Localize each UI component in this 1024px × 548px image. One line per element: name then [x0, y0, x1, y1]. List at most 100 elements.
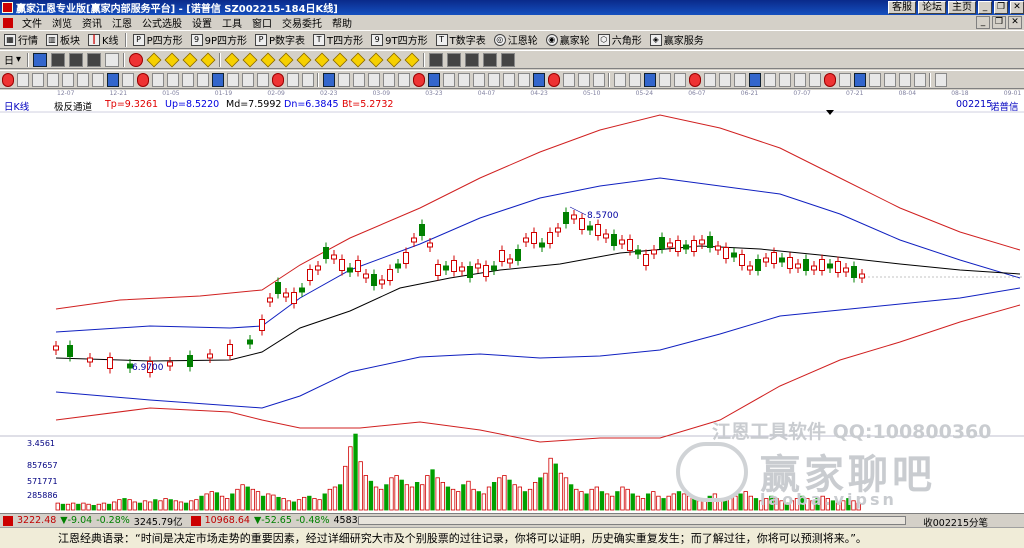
analysis-tool-icon[interactable]	[613, 72, 626, 87]
drawing-tool-icon[interactable]	[314, 52, 330, 67]
minimize-icon[interactable]: _	[978, 1, 992, 14]
menu-file[interactable]: 文件	[17, 15, 47, 30]
analysis-tool-icon[interactable]	[658, 72, 671, 87]
analysis-tool-icon[interactable]	[1, 72, 14, 87]
drawing-tool-icon[interactable]	[260, 52, 276, 67]
period-dropdown[interactable]: 日 ▾	[0, 52, 25, 67]
analysis-tool-icon[interactable]	[367, 72, 380, 87]
analysis-tool-icon[interactable]	[703, 72, 716, 87]
analysis-tool-icon[interactable]	[793, 72, 806, 87]
analysis-tool-icon[interactable]	[76, 72, 89, 87]
drawing-tool-icon[interactable]	[447, 52, 462, 67]
analysis-tool-icon[interactable]	[397, 72, 410, 87]
analysis-tool-icon[interactable]	[913, 72, 926, 87]
analysis-tool-icon[interactable]	[121, 72, 134, 87]
menu-trade[interactable]: 交易委托	[277, 15, 327, 30]
analysis-tool-icon[interactable]	[487, 72, 500, 87]
analysis-tool-icon[interactable]	[673, 72, 686, 87]
analysis-tool-icon[interactable]	[61, 72, 74, 87]
analysis-tool-icon[interactable]	[808, 72, 821, 87]
tool-service[interactable]: ◈ 赢家服务	[646, 32, 708, 47]
analysis-tool-icon[interactable]	[628, 72, 641, 87]
drawing-tool-icon[interactable]	[164, 52, 180, 67]
drawing-tool-icon[interactable]	[51, 52, 66, 67]
analysis-tool-icon[interactable]	[517, 72, 530, 87]
analysis-tool-icon[interactable]	[502, 72, 515, 87]
tool-kline[interactable]: ┃ K线	[84, 32, 123, 47]
drawing-tool-icon[interactable]	[33, 52, 48, 67]
analysis-tool-icon[interactable]	[883, 72, 896, 87]
analysis-tool-icon[interactable]	[286, 72, 299, 87]
tool-hexagon[interactable]: ⬡ 六角形	[594, 32, 646, 47]
analysis-tool-icon[interactable]	[577, 72, 590, 87]
analysis-tool-icon[interactable]	[31, 72, 44, 87]
drawing-tool-icon[interactable]	[465, 52, 480, 67]
analysis-tool-icon[interactable]	[106, 72, 119, 87]
analysis-tool-icon[interactable]	[778, 72, 791, 87]
sh-index[interactable]: 3222.48	[17, 515, 56, 526]
tool-quote[interactable]: ▦ 行情	[0, 32, 42, 47]
analysis-tool-icon[interactable]	[838, 72, 851, 87]
analysis-tool-icon[interactable]	[337, 72, 350, 87]
drawing-tool-icon[interactable]	[105, 52, 120, 67]
analysis-tool-icon[interactable]	[322, 72, 335, 87]
analysis-tool-icon[interactable]	[181, 72, 194, 87]
analysis-tool-icon[interactable]	[442, 72, 455, 87]
analysis-tool-icon[interactable]	[196, 72, 209, 87]
drawing-tool-icon[interactable]	[483, 52, 498, 67]
analysis-tool-icon[interactable]	[151, 72, 164, 87]
drawing-tool-icon[interactable]	[278, 52, 294, 67]
analysis-tool-icon[interactable]	[898, 72, 911, 87]
analysis-tool-icon[interactable]	[643, 72, 656, 87]
analysis-tool-icon[interactable]	[748, 72, 761, 87]
child-minimize-icon[interactable]: _	[976, 16, 990, 29]
drawing-tool-icon[interactable]	[350, 52, 366, 67]
analysis-tool-icon[interactable]	[46, 72, 59, 87]
tool-9t-square[interactable]: 9 9T四方形	[367, 32, 431, 47]
analysis-tool-icon[interactable]	[823, 72, 836, 87]
drawing-tool-icon[interactable]	[332, 52, 348, 67]
analysis-tool-icon[interactable]	[271, 72, 284, 87]
child-restore-icon[interactable]: ❐	[992, 16, 1006, 29]
tool-p-table[interactable]: P P数字表	[251, 32, 309, 47]
horizontal-scrollbar[interactable]	[358, 516, 906, 525]
close-icon[interactable]: ✕	[1010, 1, 1024, 14]
analysis-tool-icon[interactable]	[457, 72, 470, 87]
drawing-tool-icon[interactable]	[501, 52, 516, 67]
drawing-tool-icon[interactable]	[429, 52, 444, 67]
analysis-tool-icon[interactable]	[472, 72, 485, 87]
tool-sector[interactable]: ▥ 板块	[42, 32, 84, 47]
menu-browse[interactable]: 浏览	[47, 15, 77, 30]
tool-gann-wheel[interactable]: ◎ 江恩轮	[490, 32, 542, 47]
drawing-tool-icon[interactable]	[146, 52, 162, 67]
menu-window[interactable]: 窗口	[247, 15, 277, 30]
drawing-tool-icon[interactable]	[296, 52, 312, 67]
tool-p-square[interactable]: P P四方形	[129, 32, 187, 47]
drawing-tool-icon[interactable]	[224, 52, 240, 67]
analysis-tool-icon[interactable]	[427, 72, 440, 87]
analysis-tool-icon[interactable]	[763, 72, 776, 87]
analysis-tool-icon[interactable]	[853, 72, 866, 87]
analysis-tool-icon[interactable]	[592, 72, 605, 87]
analysis-tool-icon[interactable]	[733, 72, 746, 87]
menu-settings[interactable]: 设置	[187, 15, 217, 30]
drawing-tool-icon[interactable]	[87, 52, 102, 67]
analysis-tool-icon[interactable]	[718, 72, 731, 87]
analysis-tool-icon[interactable]	[16, 72, 29, 87]
analysis-tool-icon[interactable]	[256, 72, 269, 87]
analysis-tool-icon[interactable]	[382, 72, 395, 87]
menu-gann[interactable]: 江恩	[107, 15, 137, 30]
analysis-tool-icon[interactable]	[412, 72, 425, 87]
menu-help[interactable]: 帮助	[327, 15, 357, 30]
menu-formula[interactable]: 公式选股	[137, 15, 187, 30]
analysis-tool-icon[interactable]	[562, 72, 575, 87]
analysis-tool-icon[interactable]	[136, 72, 149, 87]
link-luntan[interactable]: 论坛	[918, 1, 946, 14]
menu-tools[interactable]: 工具	[217, 15, 247, 30]
tool-t-square[interactable]: T T四方形	[309, 32, 367, 47]
drawing-tool-icon[interactable]	[368, 52, 384, 67]
analysis-tool-icon[interactable]	[166, 72, 179, 87]
analysis-tool-icon[interactable]	[211, 72, 224, 87]
analysis-tool-icon[interactable]	[868, 72, 881, 87]
analysis-tool-icon[interactable]	[547, 72, 560, 87]
